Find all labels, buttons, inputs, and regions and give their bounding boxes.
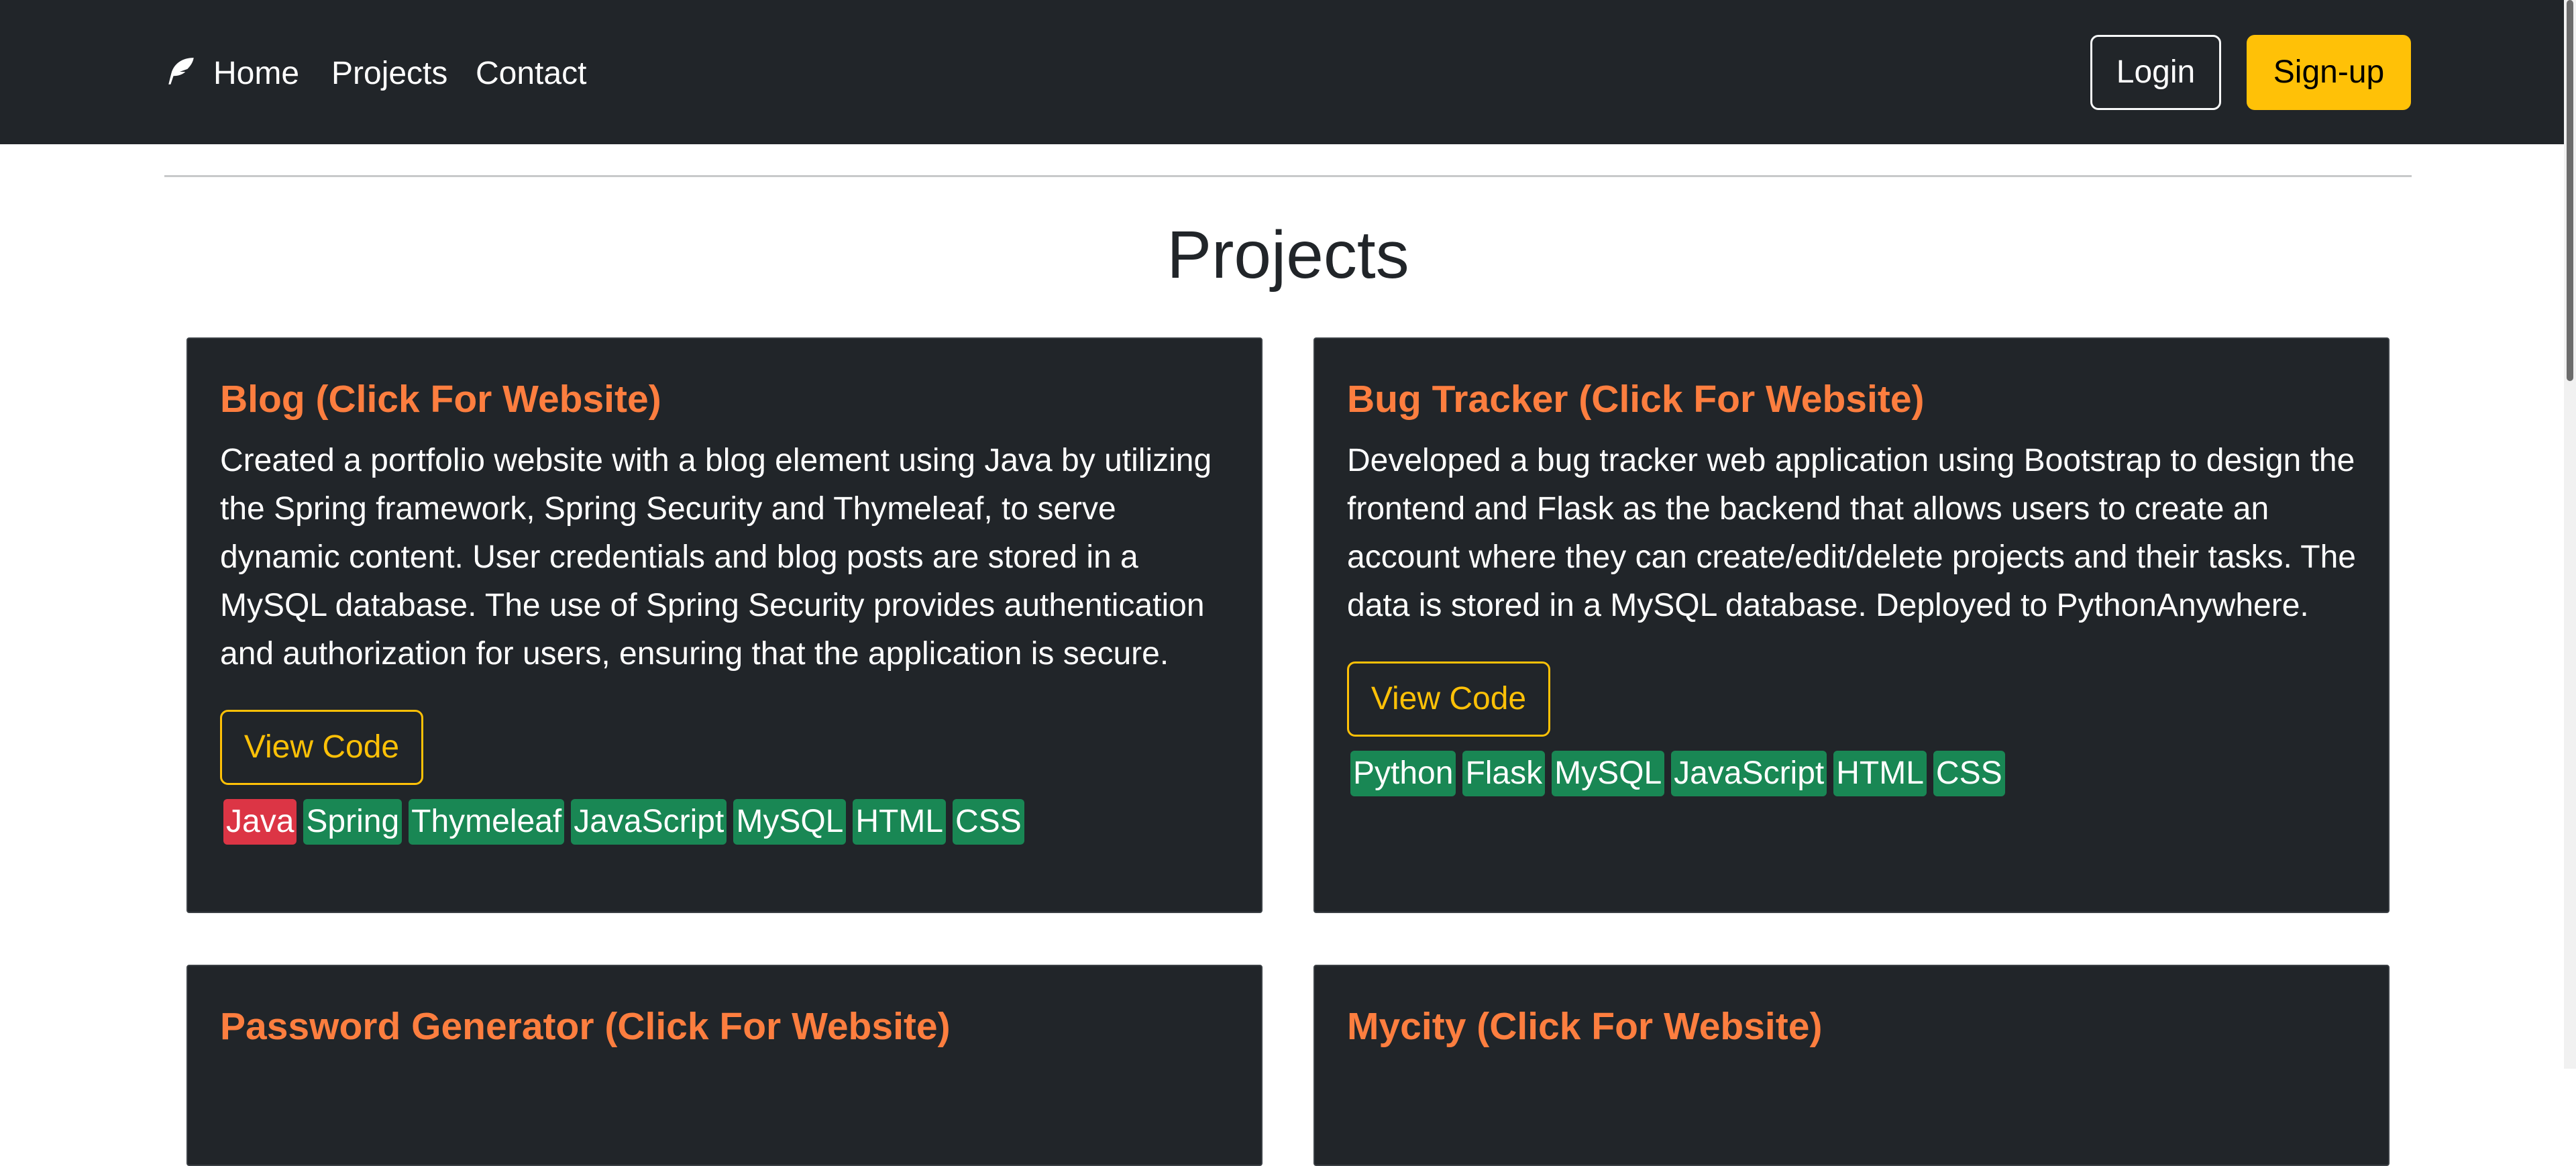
tech-badge-flask: Flask: [1462, 751, 1546, 796]
scrollbar-thumb[interactable]: [2567, 0, 2573, 381]
nav-link-home[interactable]: Home: [213, 52, 299, 95]
navbar: Home Projects Contact Login Sign-up: [0, 0, 2576, 144]
tech-badge-javascript: JavaScript: [571, 799, 727, 845]
tech-badges: Java Spring Thymeleaf JavaScript MySQL H…: [223, 799, 1024, 845]
project-title-link[interactable]: Mycity (Click For Website): [1347, 1000, 1822, 1053]
project-description: Created a portfolio website with a blog …: [220, 443, 1212, 672]
signup-button[interactable]: Sign-up: [2247, 35, 2411, 110]
view-code-button[interactable]: View Code: [220, 710, 423, 785]
tech-badge-javascript: JavaScript: [1671, 751, 1827, 796]
tech-badge-css: CSS: [953, 799, 1024, 845]
page-title: Projects: [1167, 217, 1409, 293]
feather-icon[interactable]: [164, 55, 198, 89]
tech-badge-html: HTML: [1833, 751, 1927, 796]
tech-badge-java: Java: [223, 799, 297, 845]
tech-badge-python: Python: [1350, 751, 1456, 796]
nav-link-projects[interactable]: Projects: [331, 52, 447, 95]
project-card-mycity: Mycity (Click For Website): [1313, 965, 2390, 1166]
project-description: Developed a bug tracker web application …: [1347, 443, 2356, 623]
divider: [164, 175, 2412, 177]
project-title-link[interactable]: Password Generator (Click For Website): [220, 1000, 951, 1053]
tech-badge-html: HTML: [853, 799, 947, 845]
project-card-bug-tracker: Bug Tracker (Click For Website) Develope…: [1313, 337, 2390, 913]
tech-badge-spring: Spring: [303, 799, 402, 845]
tech-badge-mysql: MySQL: [733, 799, 847, 845]
scrollbar[interactable]: [2564, 0, 2576, 1069]
tech-badge-css: CSS: [1933, 751, 2005, 796]
tech-badge-mysql: MySQL: [1552, 751, 1665, 796]
login-button[interactable]: Login: [2090, 35, 2221, 110]
tech-badges: Python Flask MySQL JavaScript HTML CSS: [1350, 751, 2005, 796]
view-code-button[interactable]: View Code: [1347, 661, 1550, 737]
project-title-link[interactable]: Bug Tracker (Click For Website): [1347, 372, 1925, 426]
project-title-link[interactable]: Blog (Click For Website): [220, 372, 661, 426]
nav-link-contact[interactable]: Contact: [476, 52, 586, 95]
tech-badge-thymeleaf: Thymeleaf: [409, 799, 565, 845]
project-card-blog: Blog (Click For Website) Created a portf…: [186, 337, 1263, 913]
project-card-password-generator: Password Generator (Click For Website): [186, 965, 1263, 1166]
